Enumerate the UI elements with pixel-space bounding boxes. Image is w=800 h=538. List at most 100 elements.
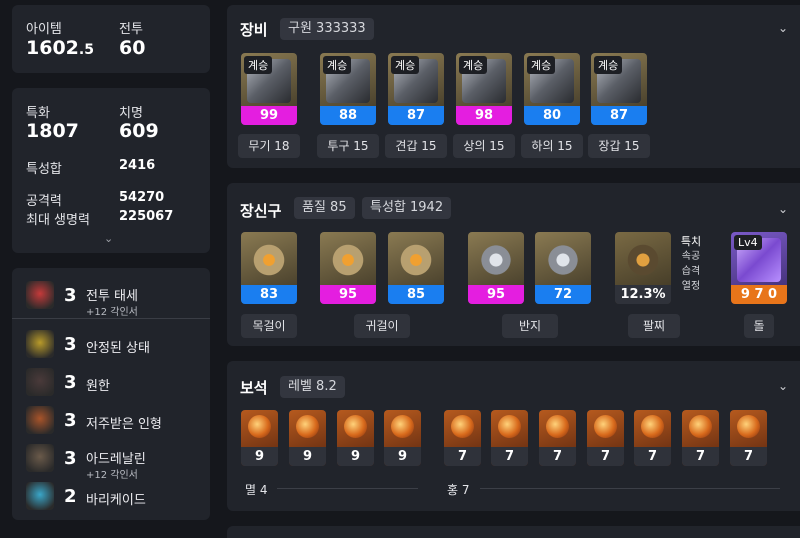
engraving-name: 원한 — [86, 379, 110, 394]
attack-label: 공격력 — [26, 194, 62, 209]
ring-2-icon — [541, 238, 585, 282]
gems-collapse-chevron-icon[interactable]: ⌄ — [778, 379, 788, 393]
earring-2-item[interactable]: 85 — [388, 232, 444, 304]
quality-value: 87 — [388, 106, 444, 125]
barricade-engraving-icon — [26, 482, 54, 510]
gem-level: 7 — [444, 447, 481, 466]
crimson-gem[interactable]: 7 — [444, 410, 481, 466]
equipment-collapse-chevron-icon[interactable]: ⌄ — [778, 21, 788, 35]
item-level-main: 1602 — [26, 37, 79, 59]
accessories-stat-chip: 특성합 1942 — [362, 197, 452, 219]
accessories-quality-chip: 품질 85 — [294, 197, 355, 219]
crit-value: 609 — [119, 120, 159, 142]
engraving-row[interactable]: 3 저주받은 인형 — [12, 402, 210, 440]
ring-2-item[interactable]: 72 — [535, 232, 591, 304]
engraving-name: 안정된 상태 — [86, 341, 150, 356]
earring-1-item[interactable]: 95 — [320, 232, 376, 304]
accessories-title: 장신구 — [240, 202, 282, 220]
engraving-count: 3 — [64, 334, 77, 355]
engravings-divider — [12, 318, 210, 319]
necklace-item[interactable]: 83 — [241, 232, 297, 304]
gem-icon — [248, 415, 271, 438]
engraving-name: 아드레날린 — [86, 452, 146, 467]
quality-value: 88 — [320, 106, 376, 125]
annihilation-gem[interactable]: 9 — [241, 410, 278, 466]
bracelet-icon — [621, 238, 665, 282]
shoulder-item[interactable]: 계승 87 — [388, 53, 444, 125]
gem-level: 7 — [730, 447, 767, 466]
spec-value: 1807 — [26, 120, 79, 142]
engraving-row[interactable]: 2 바리케이드 — [12, 478, 210, 516]
necklace-icon — [247, 238, 291, 282]
weapon-item[interactable]: 계승 99 — [241, 53, 297, 125]
succession-tag: 계승 — [527, 56, 556, 74]
engraving-name: 바리케이드 — [86, 493, 146, 508]
crimson-gem[interactable]: 7 — [539, 410, 576, 466]
helmet-item[interactable]: 계승 88 — [320, 53, 376, 125]
gloves-item[interactable]: 계승 87 — [591, 53, 647, 125]
quality-value: 95 — [320, 285, 376, 304]
gems-right-label: 홍 7 — [447, 483, 470, 497]
item-level-value: 1602.5 — [26, 37, 94, 59]
ability-stone-level: Lv4 — [734, 235, 762, 250]
attack-value: 54270 — [119, 190, 165, 205]
engraving-book-bonus: +12 각인서 — [86, 307, 138, 318]
expand-stats-chevron-icon[interactable]: ⌄ — [104, 232, 113, 245]
gem-icon — [344, 415, 367, 438]
chest-item[interactable]: 계승 98 — [456, 53, 512, 125]
gem-icon — [451, 415, 474, 438]
bracelet-attr-3: 습격 — [681, 266, 701, 277]
succession-tag: 계승 — [459, 56, 488, 74]
annihilation-gem[interactable]: 9 — [384, 410, 421, 466]
gems-level-chip: 레벨 8.2 — [280, 376, 345, 398]
crimson-gem[interactable]: 7 — [682, 410, 719, 466]
crimson-gem[interactable]: 7 — [491, 410, 528, 466]
gem-level: 7 — [634, 447, 671, 466]
gem-level: 7 — [491, 447, 528, 466]
engraving-name: 저주받은 인형 — [86, 417, 162, 432]
ring-1-item[interactable]: 95 — [468, 232, 524, 304]
bracelet-value: 12.3% — [615, 285, 671, 304]
bracelet-attr-2: 속공 — [681, 251, 701, 262]
accessories-collapse-chevron-icon[interactable]: ⌄ — [778, 202, 788, 216]
quality-value: 98 — [456, 106, 512, 125]
stone-label: 돌 — [744, 314, 774, 338]
gems-left-divider — [277, 488, 418, 489]
crimson-gem[interactable]: 7 — [634, 410, 671, 466]
succession-tag: 계승 — [323, 56, 352, 74]
weapon-label: 무기 18 — [238, 134, 300, 158]
annihilation-gem[interactable]: 9 — [337, 410, 374, 466]
helmet-label: 투구 15 — [317, 134, 379, 158]
engraving-name: 전투 태세 — [86, 289, 138, 304]
engraving-row[interactable]: 3 전투 태세 +12 각인서 — [12, 277, 210, 318]
engraving-row[interactable]: 3 안정된 상태 — [12, 326, 210, 364]
bracelet-attributes: 특치 속공 습격 열정 — [676, 234, 706, 294]
engraving-row[interactable]: 3 원한 — [12, 364, 210, 402]
gems-right-divider — [480, 488, 780, 489]
grudge-engraving-icon — [26, 368, 54, 396]
gem-icon — [296, 415, 319, 438]
gem-icon — [641, 415, 664, 438]
quality-value: 83 — [241, 285, 297, 304]
gems-left-label: 멸 4 — [245, 483, 268, 497]
ring-1-icon — [474, 238, 518, 282]
gems-title: 보석 — [240, 379, 268, 397]
bracelet-item[interactable]: 12.3% — [615, 232, 671, 304]
spec-label: 특화 — [26, 106, 50, 121]
engraving-row[interactable]: 3 아드레날린 +12 각인서 — [12, 440, 210, 481]
gloves-label: 장갑 15 — [588, 134, 650, 158]
ability-stone-item[interactable]: Lv4 9 7 0 — [731, 232, 787, 304]
annihilation-gem[interactable]: 9 — [289, 410, 326, 466]
pants-item[interactable]: 계승 80 — [524, 53, 580, 125]
equipment-set-chip: 구원 333333 — [280, 18, 374, 40]
earring-2-icon — [394, 238, 438, 282]
crimson-gem[interactable]: 7 — [730, 410, 767, 466]
crimson-gem[interactable]: 7 — [587, 410, 624, 466]
ring-label: 반지 — [502, 314, 558, 338]
shield-engraving-icon — [26, 281, 54, 309]
quality-value: 99 — [241, 106, 297, 125]
adrenaline-engraving-icon — [26, 444, 54, 472]
engraving-count: 3 — [64, 448, 77, 469]
gem-level: 7 — [682, 447, 719, 466]
engraving-count: 3 — [64, 410, 77, 431]
